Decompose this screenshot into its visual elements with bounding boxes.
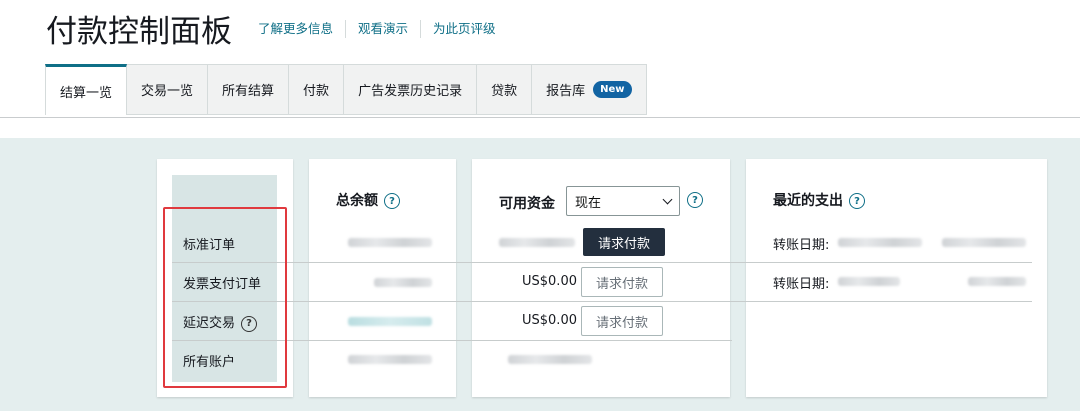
tab-transaction-overview[interactable]: 交易一览 (127, 64, 209, 115)
request-payment-button-invoice[interactable]: 请求付款 (581, 267, 663, 297)
redacted-value (348, 238, 432, 247)
redacted-value (838, 238, 922, 247)
redacted-value (968, 277, 1026, 286)
watch-demo-link[interactable]: 观看演示 (345, 20, 420, 38)
page-title: 付款控制面板 (46, 14, 232, 50)
redacted-value (499, 238, 575, 247)
new-badge: New (593, 81, 632, 98)
deferred-transactions-amount: US$0.00 (522, 313, 577, 328)
tab-loans[interactable]: 贷款 (477, 64, 533, 115)
request-payment-button-deferred[interactable]: 请求付款 (581, 306, 663, 336)
redacted-value (348, 317, 432, 326)
invoice-orders-amount: US$0.00 (522, 274, 577, 289)
tab-ad-invoice-history[interactable]: 广告发票历史记录 (344, 64, 478, 115)
rate-page-link[interactable]: 为此页评级 (420, 20, 508, 38)
tab-payments[interactable]: 付款 (289, 64, 345, 115)
tab-all-settlements[interactable]: 所有结算 (208, 64, 290, 115)
redacted-value (942, 238, 1026, 247)
header-divider (0, 117, 1080, 118)
tab-bar: 结算一览 交易一览 所有结算 付款 广告发票历史记录 贷款 报告库 New (45, 64, 647, 115)
tab-report-library[interactable]: 报告库 New (532, 64, 647, 115)
request-payment-button[interactable]: 请求付款 (583, 228, 665, 256)
redacted-value (374, 278, 432, 287)
learn-more-link[interactable]: 了解更多信息 (258, 20, 345, 38)
chevron-down-icon (662, 194, 673, 205)
header-links: 了解更多信息 观看演示 为此页评级 (258, 20, 508, 38)
transfer-date-label: 转账日期: (773, 277, 830, 292)
page-header: 付款控制面板 了解更多信息 观看演示 为此页评级 结算一览 交易一览 所有结算 … (0, 0, 1080, 118)
redacted-value (348, 355, 432, 364)
available-funds-heading: 可用资金 (499, 196, 555, 212)
help-circle-icon[interactable]: ? (687, 192, 703, 208)
transfer-date-label: 转账日期: (773, 238, 830, 253)
tab-settlement-overview[interactable]: 结算一览 (45, 64, 128, 115)
redacted-value (508, 355, 592, 364)
help-circle-icon[interactable]: ? (384, 193, 400, 209)
row-divider (172, 301, 1032, 302)
highlight-box (163, 207, 287, 388)
timing-select[interactable]: 现在 (566, 186, 680, 216)
row-divider (172, 262, 1032, 263)
help-circle-icon[interactable]: ? (849, 193, 865, 209)
redacted-value (838, 277, 900, 286)
recent-payouts-heading: 最近的支出? (773, 190, 865, 210)
total-balance-heading: 总余额? (336, 190, 400, 210)
